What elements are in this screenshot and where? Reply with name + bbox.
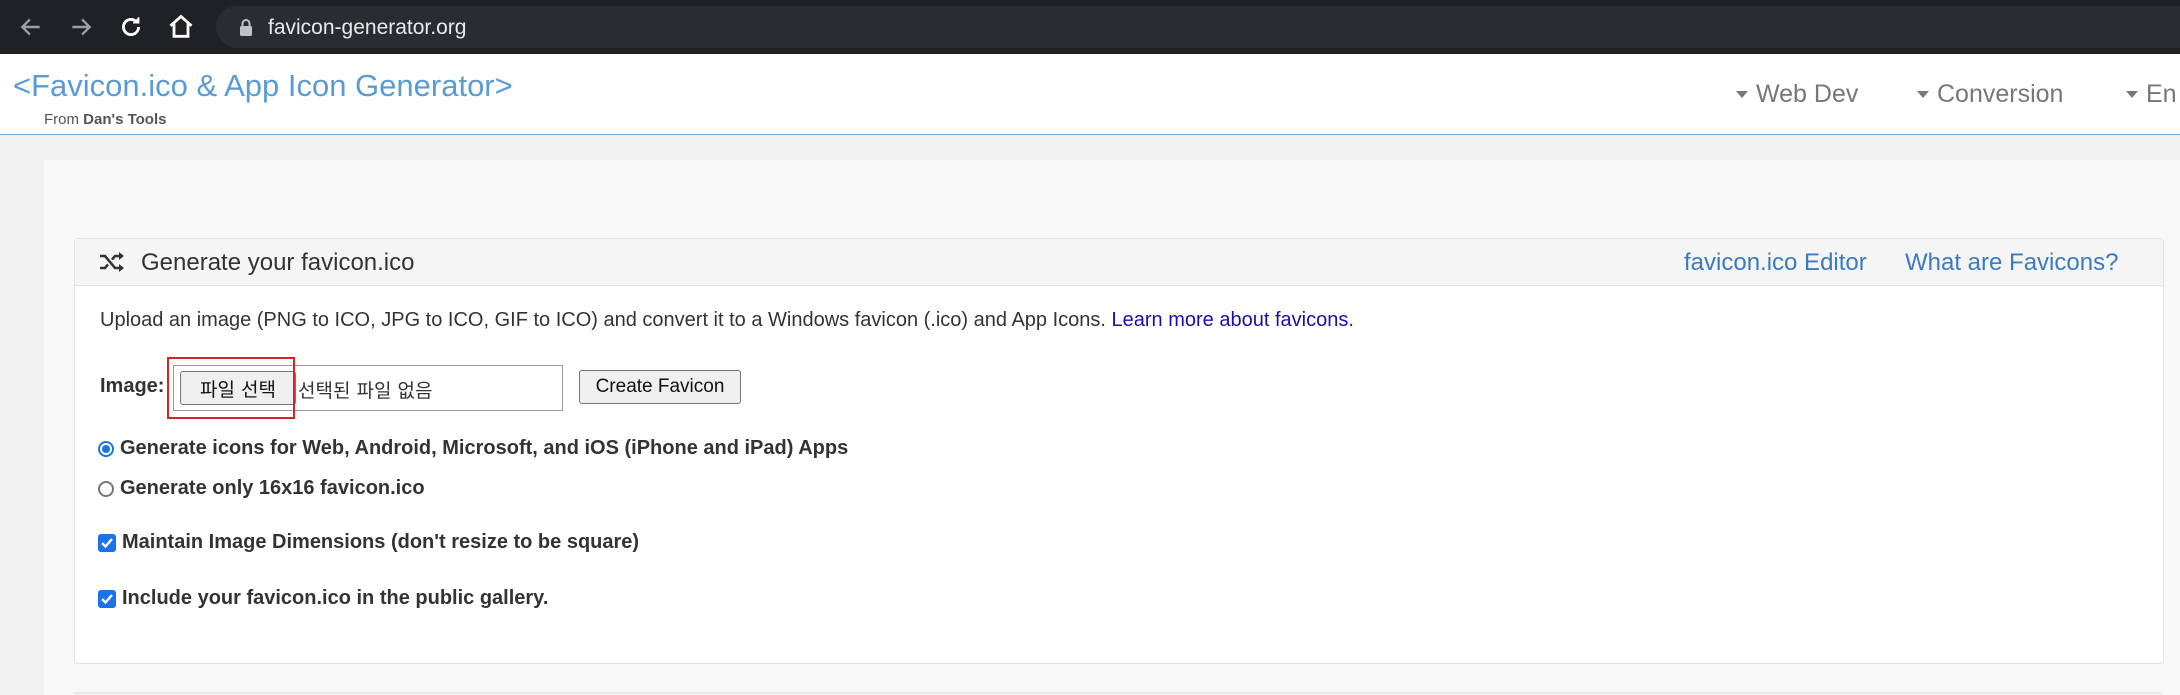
checkmark-icon	[101, 593, 113, 604]
forward-button[interactable]	[64, 10, 98, 44]
description-text: Upload an image (PNG to ICO, JPG to ICO,…	[100, 309, 1106, 331]
checkmark-icon	[101, 537, 113, 548]
from-dans-tools[interactable]: From Dan's Tools	[44, 111, 166, 128]
from-label: From	[44, 111, 79, 128]
radio-16x16[interactable]	[98, 480, 114, 497]
address-bar[interactable]: favicon-generator.org	[216, 6, 2180, 48]
option-label: Include your favicon.ico in the public g…	[122, 587, 549, 609]
caret-down-icon	[2126, 91, 2138, 98]
radio-all-icons[interactable]	[98, 440, 114, 457]
option-label: Maintain Image Dimensions (don't resize …	[122, 531, 640, 553]
checkbox-maintain-dimensions[interactable]	[98, 533, 116, 552]
panel-header: Generate your favicon.ico favicon.ico Ed…	[75, 239, 2163, 286]
option-16x16[interactable]: Generate only 16x16 favicon.ico	[98, 477, 425, 500]
panel-title: Generate your favicon.ico	[141, 249, 415, 276]
file-status: 선택된 파일 없음	[298, 380, 433, 402]
option-label: Generate icons for Web, Android, Microso…	[120, 437, 849, 459]
menu-label: Conversion	[1937, 80, 2064, 108]
browser-toolbar: favicon-generator.org	[0, 0, 2180, 54]
arrow-right-icon	[72, 18, 92, 36]
option-maintain-dimensions[interactable]: Maintain Image Dimensions (don't resize …	[98, 531, 639, 554]
panel-description: Upload an image (PNG to ICO, JPG to ICO,…	[100, 309, 1354, 332]
option-all-icons[interactable]: Generate icons for Web, Android, Microso…	[98, 437, 848, 460]
highlight-box	[167, 357, 295, 419]
arrow-left-icon	[20, 18, 40, 36]
home-button[interactable]	[164, 10, 198, 44]
menu-label: En	[2146, 80, 2177, 108]
option-label: Generate only 16x16 favicon.ico	[120, 477, 425, 499]
url-text: favicon-generator.org	[268, 16, 467, 39]
option-public-gallery[interactable]: Include your favicon.ico in the public g…	[98, 587, 548, 610]
menu-web-dev[interactable]: Web Dev	[1736, 80, 1858, 109]
description-period: .	[1348, 309, 1354, 331]
image-label: Image:	[100, 375, 165, 397]
reload-icon	[122, 17, 140, 36]
back-button[interactable]	[14, 10, 48, 44]
caret-down-icon	[1736, 91, 1748, 98]
site-logo-link[interactable]: <Favicon.ico & App Icon Generator>	[13, 68, 513, 104]
next-panel-edge	[74, 692, 2162, 694]
what-are-favicons-link[interactable]: What are Favicons?	[1905, 249, 2118, 277]
home-icon	[169, 14, 193, 38]
caret-down-icon	[1917, 91, 1929, 98]
menu-en[interactable]: En	[2126, 80, 2177, 109]
generate-panel: Generate your favicon.ico favicon.ico Ed…	[74, 238, 2164, 664]
create-favicon-button[interactable]: Create Favicon	[579, 370, 741, 404]
learn-more-link[interactable]: Learn more about favicons	[1112, 309, 1349, 331]
from-name: Dan's Tools	[83, 111, 167, 128]
menu-conversion[interactable]: Conversion	[1917, 80, 2063, 109]
site-header: <Favicon.ico & App Icon Generator> From …	[0, 54, 2180, 135]
reload-button[interactable]	[114, 10, 148, 44]
checkbox-public-gallery[interactable]	[98, 589, 116, 608]
shuffle-icon	[100, 252, 124, 272]
menu-label: Web Dev	[1756, 80, 1859, 108]
lock-icon	[240, 19, 252, 36]
favicon-editor-link[interactable]: favicon.ico Editor	[1684, 249, 1867, 277]
